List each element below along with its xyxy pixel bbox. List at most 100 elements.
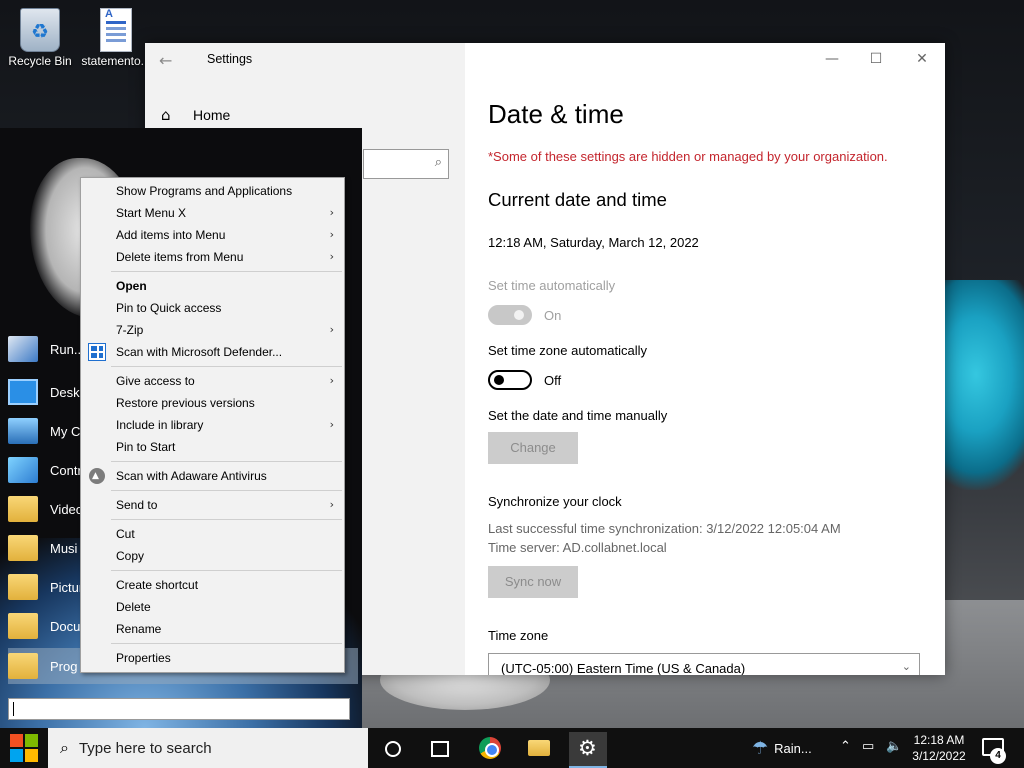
desktop-icon-recycle-bin[interactable]: Recycle Bin bbox=[2, 8, 78, 68]
chevron-up-icon[interactable]: ⌃ bbox=[840, 739, 851, 754]
ctx-include-library[interactable]: Include in library › bbox=[83, 414, 342, 436]
programs-folder-icon bbox=[8, 653, 38, 679]
ctx-7zip[interactable]: 7-Zip › bbox=[83, 319, 342, 341]
time-server-text: Time server: AD.collabnet.local bbox=[488, 540, 667, 555]
ctx-label: Pin to Start bbox=[116, 440, 176, 454]
ctx-properties[interactable]: Properties bbox=[83, 647, 342, 669]
ctx-label: Give access to bbox=[116, 374, 195, 388]
windows-logo-red bbox=[10, 734, 23, 747]
ctx-pin-quick-access[interactable]: Pin to Quick access bbox=[83, 297, 342, 319]
ctx-give-access[interactable]: Give access to › bbox=[83, 370, 342, 392]
window-title: Settings bbox=[207, 52, 253, 66]
settings-search-input[interactable]: ⌕ bbox=[363, 149, 449, 179]
gear-icon: ⚙ bbox=[578, 736, 597, 760]
start-item-label: Prog bbox=[50, 658, 78, 674]
ctx-label: Delete bbox=[116, 600, 151, 614]
recycle-bin-icon bbox=[20, 8, 60, 52]
maximize-button[interactable]: ☐ bbox=[853, 45, 899, 73]
videos-folder-icon bbox=[8, 496, 38, 522]
ctx-label: Properties bbox=[116, 651, 171, 665]
run-icon bbox=[8, 336, 38, 362]
ctx-separator bbox=[111, 490, 342, 491]
ctx-delete[interactable]: Delete bbox=[83, 596, 342, 618]
ctx-copy[interactable]: Copy bbox=[83, 545, 342, 567]
close-button[interactable]: ✕ bbox=[899, 45, 945, 73]
ctx-separator bbox=[111, 271, 342, 272]
taskbar-clock[interactable]: 12:18 AM 3/12/2022 bbox=[908, 732, 970, 764]
taskbar: ⌕ Type here to search ⚙ ☂ Rain... ⌃ ▭ 🔈 … bbox=[0, 728, 1024, 768]
clock-date: 3/12/2022 bbox=[912, 749, 966, 763]
ctx-open[interactable]: Open bbox=[83, 275, 342, 297]
change-button[interactable]: Change bbox=[488, 432, 578, 464]
chevron-right-icon: › bbox=[329, 323, 334, 336]
last-sync-text: Last successful time synchronization: 3/… bbox=[488, 521, 841, 536]
clock-time: 12:18 AM bbox=[913, 733, 965, 747]
start-item-label: Contr bbox=[50, 462, 82, 478]
text-caret bbox=[13, 702, 14, 716]
file-explorer-icon[interactable] bbox=[519, 732, 557, 764]
chevron-down-icon: ⌄ bbox=[901, 660, 911, 673]
minimize-button[interactable]: — bbox=[809, 45, 855, 73]
back-arrow-icon[interactable]: ← bbox=[159, 51, 179, 71]
ctx-label: Create shortcut bbox=[116, 578, 199, 592]
start-button[interactable] bbox=[10, 734, 38, 762]
ctx-rename[interactable]: Rename bbox=[83, 618, 342, 640]
sync-clock-title: Synchronize your clock bbox=[488, 494, 622, 509]
ctx-create-shortcut[interactable]: Create shortcut bbox=[83, 574, 342, 596]
ctx-delete-items[interactable]: Delete items from Menu › bbox=[83, 246, 342, 268]
chrome-icon[interactable] bbox=[471, 732, 509, 764]
cortana-icon[interactable] bbox=[373, 732, 411, 764]
pictures-folder-icon bbox=[8, 574, 38, 600]
ctx-label: Pin to Quick access bbox=[116, 301, 222, 315]
desktop-icon-statement[interactable]: statemento... bbox=[78, 8, 154, 68]
nav-home[interactable]: ⌂ Home bbox=[161, 107, 230, 123]
ctx-start-menu-x[interactable]: Start Menu X › bbox=[83, 202, 342, 224]
ctx-add-items[interactable]: Add items into Menu › bbox=[83, 224, 342, 246]
start-item-label: My C bbox=[50, 423, 81, 439]
ctx-send-to[interactable]: Send to › bbox=[83, 494, 342, 516]
set-time-auto-toggle[interactable] bbox=[488, 305, 532, 325]
start-item-label: Video bbox=[50, 501, 84, 517]
ctx-label: Open bbox=[116, 279, 147, 293]
windows-logo-yellow bbox=[25, 749, 38, 762]
windows-logo-blue bbox=[10, 749, 23, 762]
ctx-separator bbox=[111, 643, 342, 644]
toggle-knob bbox=[514, 310, 524, 320]
task-view-icon[interactable] bbox=[420, 732, 458, 764]
set-time-auto-label: Set time automatically bbox=[488, 278, 616, 293]
music-folder-icon bbox=[8, 535, 38, 561]
ctx-cut[interactable]: Cut bbox=[83, 523, 342, 545]
chevron-right-icon: › bbox=[329, 498, 334, 511]
ctx-show-programs[interactable]: Show Programs and Applications bbox=[83, 180, 342, 202]
nav-home-label: Home bbox=[193, 107, 231, 123]
policy-note: *Some of these settings are hidden or ma… bbox=[488, 149, 888, 164]
documents-folder-icon bbox=[8, 613, 38, 639]
document-icon bbox=[100, 8, 132, 52]
start-menu-search-input[interactable] bbox=[8, 698, 350, 720]
ctx-separator bbox=[111, 570, 342, 571]
start-item-label: Docu bbox=[50, 618, 81, 634]
time-zone-value: (UTC-05:00) Eastern Time (US & Canada) bbox=[501, 661, 746, 675]
ctx-label: Rename bbox=[116, 622, 162, 636]
chevron-right-icon: › bbox=[329, 250, 334, 263]
set-timezone-auto-toggle[interactable] bbox=[488, 370, 532, 390]
ctx-scan-adaware[interactable]: Scan with Adaware Antivirus bbox=[83, 465, 342, 487]
ctx-label: Add items into Menu bbox=[116, 228, 226, 242]
microsoft-defender-icon bbox=[88, 343, 106, 361]
desktop-icon-label: Recycle Bin bbox=[8, 54, 72, 68]
weather-widget[interactable]: ☂ Rain... bbox=[752, 738, 812, 759]
settings-taskbar-button[interactable]: ⚙ bbox=[569, 732, 607, 768]
chevron-right-icon: › bbox=[329, 206, 334, 219]
time-zone-select[interactable]: (UTC-05:00) Eastern Time (US & Canada) ⌄ bbox=[488, 653, 920, 675]
chevron-right-icon: › bbox=[329, 228, 334, 241]
volume-icon[interactable]: 🔈 bbox=[886, 739, 902, 754]
search-icon: ⌕ bbox=[60, 738, 69, 757]
ctx-scan-defender[interactable]: Scan with Microsoft Defender... bbox=[83, 341, 342, 363]
network-icon[interactable]: ▭ bbox=[862, 739, 874, 754]
desktop-icon bbox=[8, 379, 38, 405]
sync-now-button[interactable]: Sync now bbox=[488, 566, 578, 598]
taskbar-search-box[interactable]: ⌕ Type here to search bbox=[48, 728, 368, 768]
ctx-pin-start[interactable]: Pin to Start bbox=[83, 436, 342, 458]
ctx-label: Include in library bbox=[116, 418, 204, 432]
ctx-restore-versions[interactable]: Restore previous versions bbox=[83, 392, 342, 414]
